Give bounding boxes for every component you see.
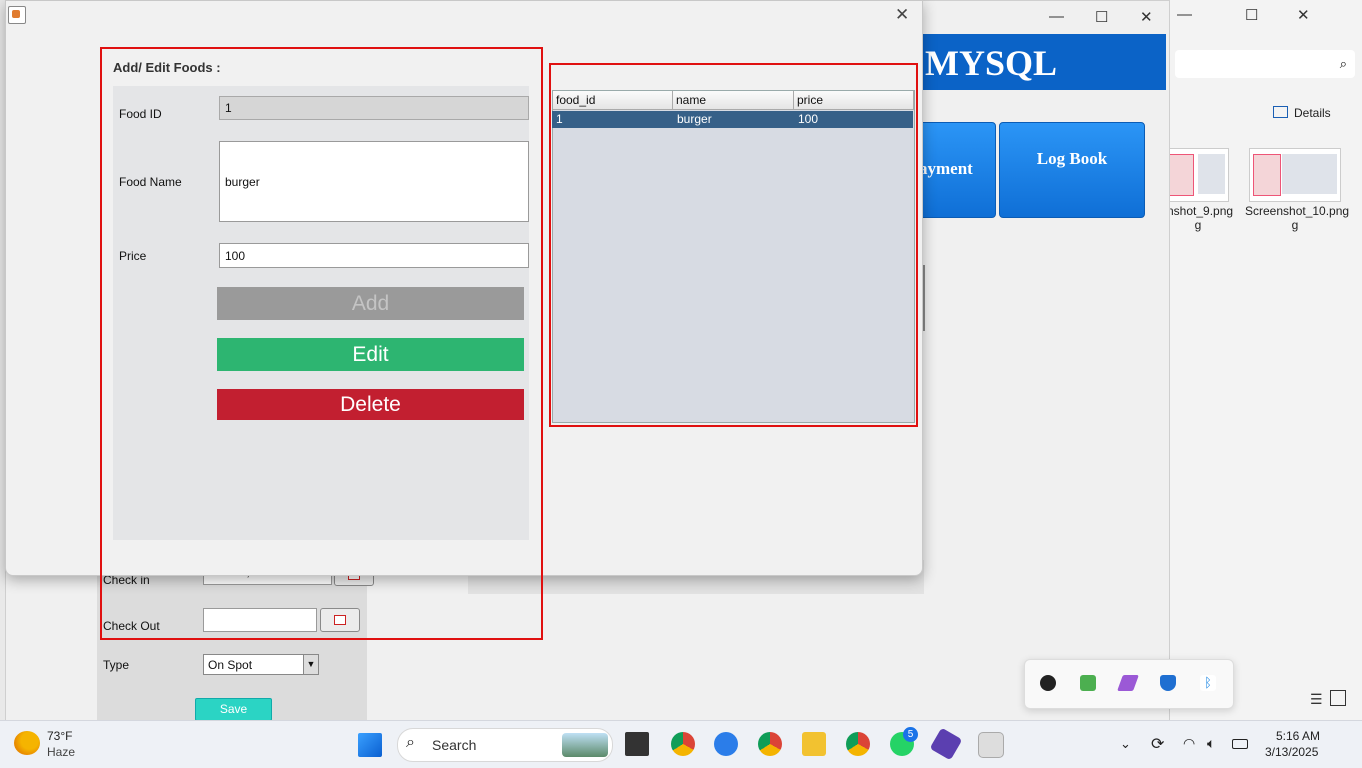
file-thumbnail[interactable] bbox=[1249, 148, 1341, 202]
search-label: Search bbox=[432, 737, 477, 753]
file-thumbnail[interactable] bbox=[1166, 148, 1229, 202]
minimize-icon[interactable]: — bbox=[1177, 6, 1192, 23]
volume-icon[interactable]: 🔈︎ bbox=[1207, 735, 1215, 752]
list-view-icon[interactable]: ☰ bbox=[1310, 691, 1323, 707]
sync-icon[interactable]: ⟳ bbox=[1151, 734, 1164, 754]
battery-icon[interactable] bbox=[1232, 739, 1248, 749]
banner-title: MYSQL bbox=[925, 43, 1058, 83]
app-tray-icon[interactable] bbox=[1040, 675, 1056, 691]
clock-date[interactable]: 3/13/2025 bbox=[1265, 745, 1318, 759]
chevron-up-icon[interactable]: ⌄ bbox=[1120, 736, 1131, 752]
maximize-icon[interactable]: ☐ bbox=[1245, 6, 1258, 24]
type-label: Type bbox=[103, 658, 130, 672]
type-select[interactable]: On Spot ▼ bbox=[203, 654, 319, 675]
file-name-label: nshot_9.png g bbox=[1167, 204, 1234, 232]
weather-icon[interactable] bbox=[14, 731, 40, 755]
search-highlight-image bbox=[562, 733, 608, 757]
minimize-icon[interactable]: — bbox=[1049, 8, 1064, 25]
chrome-profile-icon[interactable] bbox=[846, 732, 870, 756]
file-name-label: Screenshot_10.png g bbox=[1245, 204, 1350, 232]
close-icon[interactable]: ✕ bbox=[895, 5, 909, 25]
wifi-icon[interactable]: ◠ bbox=[1183, 735, 1195, 752]
logbook-button[interactable]: Log Book bbox=[999, 122, 1145, 218]
details-pane-icon bbox=[1273, 106, 1288, 118]
weather-temperature[interactable]: 73°F bbox=[47, 729, 72, 743]
maximize-icon[interactable]: ☐ bbox=[1095, 8, 1108, 26]
highlight-box-table bbox=[549, 63, 918, 427]
bluetooth-icon[interactable]: ᛒ bbox=[1200, 675, 1216, 691]
chrome-icon[interactable] bbox=[758, 732, 782, 756]
file-explorer-window: — ☐ ✕ ⌕ Details nshot_9.png g Screenshot… bbox=[1166, 0, 1362, 720]
security-shield-icon[interactable] bbox=[1160, 675, 1176, 691]
file-explorer-icon[interactable] bbox=[802, 732, 826, 756]
clock-time[interactable]: 5:16 AM bbox=[1276, 729, 1320, 743]
view-toggle: ☰ bbox=[1310, 690, 1346, 708]
java-icon bbox=[8, 6, 26, 24]
highlight-box-form bbox=[100, 47, 543, 640]
weather-description[interactable]: Haze bbox=[47, 745, 75, 759]
task-view-icon[interactable] bbox=[625, 732, 649, 756]
save-button[interactable]: Save bbox=[195, 698, 272, 721]
notification-badge: 5 bbox=[903, 727, 918, 742]
tile-view-icon[interactable] bbox=[1329, 690, 1346, 706]
search-icon: ⌕ bbox=[406, 734, 415, 751]
media-tray-icon[interactable] bbox=[1080, 675, 1096, 691]
taskbar-search-box[interactable]: ⌕ bbox=[397, 728, 613, 762]
close-icon[interactable]: ✕ bbox=[1297, 6, 1310, 24]
chevron-down-icon: ▼ bbox=[303, 655, 318, 674]
start-icon[interactable] bbox=[358, 733, 382, 757]
chrome-icon[interactable] bbox=[671, 732, 695, 756]
details-button[interactable]: Details bbox=[1273, 106, 1331, 120]
java-app-icon[interactable] bbox=[978, 732, 1004, 758]
copilot-icon[interactable] bbox=[714, 732, 738, 756]
close-icon[interactable]: ✕ bbox=[1140, 8, 1153, 26]
explorer-search-input[interactable]: ⌕ bbox=[1175, 50, 1355, 78]
search-icon: ⌕ bbox=[1339, 56, 1347, 71]
